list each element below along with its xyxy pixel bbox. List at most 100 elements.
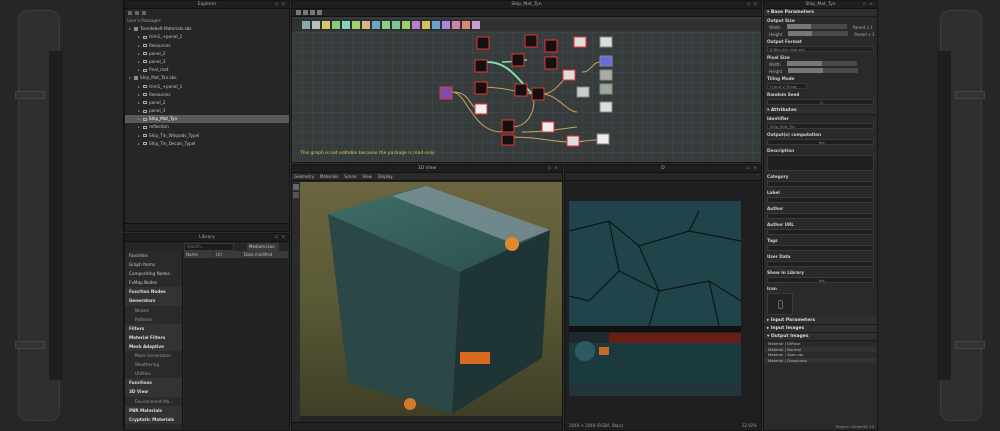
menu-display[interactable]: Display [378,173,393,180]
user-data-field[interactable] [767,261,874,267]
tree-item[interactable]: ▸ panel_2 [125,50,289,58]
tree-item[interactable]: ▸ trim1_+panel_1 [125,33,289,41]
library-category[interactable]: Environment Ma... [125,397,182,406]
node-shortcut-chip[interactable] [432,21,440,29]
library-category[interactable]: Generators [125,296,182,306]
package-item[interactable]: ▾ Ship_Mat_Tan.sbs [125,74,289,82]
library-category[interactable]: Weathering [125,360,182,369]
node-shortcut-chip[interactable] [302,21,310,29]
menu-materials[interactable]: Materials [320,173,338,180]
graph-node[interactable] [474,103,488,115]
graph-node[interactable] [474,59,488,73]
output-computation-select[interactable]: Yes [767,139,874,145]
tool-icon[interactable] [317,10,322,15]
menu-geometry[interactable]: Geometry [294,173,314,180]
graph-node[interactable] [511,53,525,67]
library-category[interactable]: Mask Generators [125,351,182,360]
camera-tool-icon[interactable] [293,184,299,190]
tree-item[interactable]: ▸ panel_3 [125,58,289,66]
library-category[interactable]: Filters [125,323,182,333]
node-shortcut-chip[interactable] [332,21,340,29]
library-category[interactable]: Cryptatic Materials [125,414,182,424]
library-category[interactable]: Noises [125,306,182,315]
save-package-icon[interactable] [142,11,146,15]
graph-node[interactable] [474,81,488,95]
graph-node[interactable] [531,87,545,101]
description-textarea[interactable] [767,155,874,171]
tiling-mode-select[interactable]: H and V Tiling [767,83,807,89]
panel-window-buttons[interactable]: ▫ × [747,165,758,173]
graph-node[interactable] [599,101,613,113]
graph-node[interactable] [541,121,555,133]
node-shortcut-chip[interactable] [312,21,320,29]
show-in-library-select[interactable]: Yes [767,277,874,283]
identifier-field[interactable]: Ship_Mat_Tyn [767,123,874,129]
node-shortcut-chip[interactable] [392,21,400,29]
graph-node[interactable] [544,56,558,70]
node-shortcut-chip[interactable] [442,21,450,29]
node-shortcut-chip[interactable] [412,21,420,29]
tree-item[interactable]: ▸ panel_3 [125,107,289,115]
library-category[interactable]: Favorites [125,251,182,260]
node-shortcut-chip[interactable] [372,21,380,29]
node-shortcut-chip[interactable] [322,21,330,29]
attributes-section[interactable]: ▾ Attributes [764,107,877,115]
input-images-section[interactable]: ▸ Input Images [764,325,877,333]
graph-node[interactable] [599,83,613,95]
node-shortcut-chip[interactable] [422,21,430,29]
base-parameters-section[interactable]: ▾ Base Parameters [764,9,877,17]
graph-node[interactable] [599,69,613,81]
tree-item[interactable]: ▸ reflection [125,123,289,131]
library-category[interactable]: Material Filters [125,332,182,342]
panel-window-buttons[interactable]: ▫ × [275,1,286,9]
graph-node[interactable] [599,55,613,67]
panel-window-buttons[interactable]: ▫ × [747,1,758,9]
tree-item[interactable]: ▸ Resources [125,91,289,99]
menu-scene[interactable]: Scene [344,173,356,180]
texture-preview[interactable] [569,201,741,396]
tree-item[interactable]: ▸ trim1_+panel_1 [125,83,289,91]
column-header[interactable]: Url [214,251,242,258]
input-parameters-section[interactable]: ▸ Input Parameters [764,317,877,325]
output-height-slider[interactable] [788,31,849,36]
graph-node[interactable] [514,83,528,97]
graph-node[interactable] [596,133,610,145]
open-package-icon[interactable] [135,11,139,15]
tool-icon[interactable] [296,10,301,15]
graph-node[interactable] [599,36,613,48]
library-category[interactable]: Function Nodes [125,287,182,297]
label-field[interactable] [767,197,874,203]
node-shortcut-chip[interactable] [462,21,470,29]
graph-node[interactable] [573,36,587,48]
output-width-slider[interactable] [786,24,847,29]
zoom-readout[interactable]: 22.92% [742,423,757,428]
graph-node[interactable] [501,119,515,133]
package-item[interactable]: ▾ Tcendebelt Materials.sbs [125,25,289,33]
tree-item[interactable]: ▸ final_mat [125,66,289,74]
author-field[interactable] [767,213,874,219]
category-field[interactable] [767,181,874,187]
graph-node[interactable] [544,39,558,53]
node-shortcut-chip[interactable] [362,21,370,29]
library-category[interactable]: 3D View [125,387,182,397]
author-url-field[interactable] [767,229,874,235]
pixel-width-slider[interactable] [786,61,857,66]
column-header[interactable]: Name [184,251,214,258]
library-category[interactable]: PBR Materials [125,405,182,415]
library-category[interactable]: Functions [125,378,182,388]
panel-window-buttons[interactable]: ▫ × [863,1,874,9]
library-category[interactable]: Patterns [125,315,182,324]
library-category[interactable]: Utilities [125,369,182,378]
node-shortcut-chip[interactable] [472,21,480,29]
library-category[interactable]: Graph Items [125,260,182,269]
tool-icon[interactable] [303,10,308,15]
node-shortcut-chip[interactable] [402,21,410,29]
icon-slot[interactable] [767,293,793,315]
node-shortcut-chip[interactable] [352,21,360,29]
tags-field[interactable] [767,245,874,251]
pixel-height-slider[interactable] [788,68,859,73]
output-image-item[interactable]: Material | Glossiness [764,357,877,363]
graph-node[interactable] [439,86,453,100]
library-view-mode-select[interactable]: Medium Icon [247,243,279,251]
menu-view[interactable]: View [363,173,373,180]
